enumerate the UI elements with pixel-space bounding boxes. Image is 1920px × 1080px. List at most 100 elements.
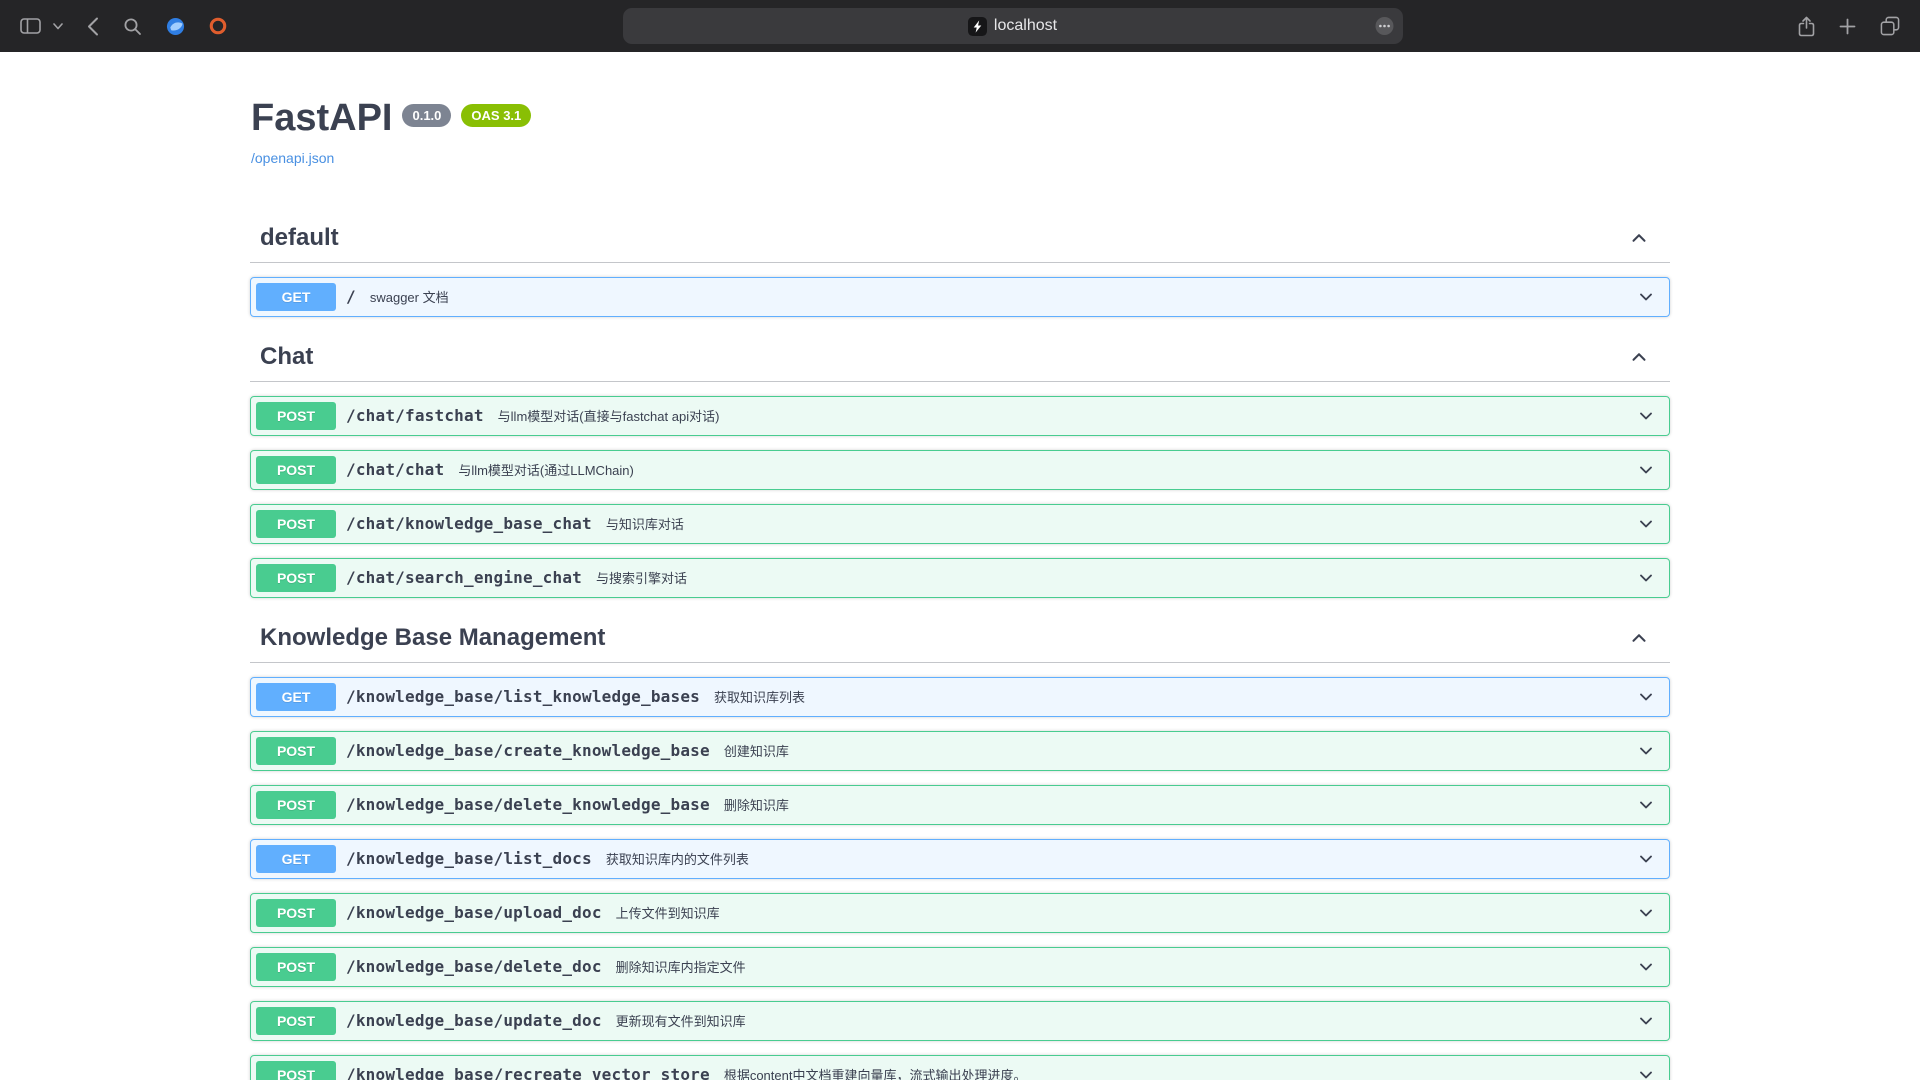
operation-path: /: [336, 287, 366, 306]
version-badge: 0.1.0: [402, 104, 451, 127]
swagger-container: FastAPI 0.1.0 OAS 3.1 /openapi.json defa…: [230, 52, 1690, 1080]
operation-description: 与llm模型对话(直接与fastchat api对话): [498, 406, 720, 425]
operation-description: 更新现有文件到知识库: [616, 1011, 746, 1030]
operation-path: /knowledge_base/upload_doc: [336, 903, 612, 922]
api-info: FastAPI 0.1.0 OAS 3.1 /openapi.json: [250, 52, 1670, 168]
operation-row[interactable]: POST /knowledge_base/create_knowledge_ba…: [250, 731, 1670, 771]
expand-operation-icon[interactable]: [1636, 568, 1656, 588]
operation-row[interactable]: POST /chat/knowledge_base_chat 与知识库对话: [250, 504, 1670, 544]
operation-row[interactable]: GET /knowledge_base/list_docs 获取知识库内的文件列…: [250, 839, 1670, 879]
method-badge: POST: [256, 899, 336, 927]
operation-path: /knowledge_base/delete_doc: [336, 957, 612, 976]
operation-path: /chat/chat: [336, 460, 454, 479]
expand-operation-icon[interactable]: [1636, 514, 1656, 534]
openapi-spec-link[interactable]: /openapi.json: [251, 150, 334, 166]
pinned-tab-bird-icon[interactable]: [164, 15, 187, 38]
method-badge: POST: [256, 402, 336, 430]
collapse-section-icon[interactable]: [1628, 227, 1650, 249]
url-options-icon[interactable]: [1375, 17, 1394, 36]
operation-path: /chat/search_engine_chat: [336, 568, 592, 587]
operation-row[interactable]: GET /knowledge_base/list_knowledge_bases…: [250, 677, 1670, 717]
back-icon[interactable]: [85, 15, 101, 38]
operation-description: 获取知识库内的文件列表: [606, 849, 749, 868]
oas-badge: OAS 3.1: [461, 104, 531, 127]
operations-list: default GET / swagger 文档 Chat: [250, 214, 1670, 1080]
section-title: default: [260, 224, 339, 252]
operation-description: 创建知识库: [724, 741, 789, 760]
expand-operation-icon[interactable]: [1636, 903, 1656, 923]
method-badge: POST: [256, 1007, 336, 1035]
section-header[interactable]: Knowledge Base Management: [250, 614, 1670, 663]
operation-description: 与知识库对话: [606, 514, 684, 533]
operation-row[interactable]: POST /knowledge_base/upload_doc 上传文件到知识库: [250, 893, 1670, 933]
api-section: default GET / swagger 文档: [250, 214, 1670, 317]
expand-operation-icon[interactable]: [1636, 406, 1656, 426]
section-header[interactable]: Chat: [250, 333, 1670, 382]
tab-overview-icon[interactable]: [1878, 14, 1902, 38]
expand-operation-icon[interactable]: [1636, 287, 1656, 307]
expand-operation-icon[interactable]: [1636, 957, 1656, 977]
operation-path: /chat/knowledge_base_chat: [336, 514, 602, 533]
method-badge: POST: [256, 510, 336, 538]
expand-operation-icon[interactable]: [1636, 1011, 1656, 1031]
sidebar-chevron-down-icon[interactable]: [51, 21, 65, 32]
expand-operation-icon[interactable]: [1636, 1065, 1656, 1080]
expand-operation-icon[interactable]: [1636, 741, 1656, 761]
sidebar-toggle-icon[interactable]: [18, 15, 43, 37]
collapse-section-icon[interactable]: [1628, 627, 1650, 649]
operation-row[interactable]: POST /chat/chat 与llm模型对话(通过LLMChain): [250, 450, 1670, 490]
operation-row[interactable]: GET / swagger 文档: [250, 277, 1670, 317]
section-title: Knowledge Base Management: [260, 624, 605, 652]
operation-path: /knowledge_base/list_knowledge_bases: [336, 687, 710, 706]
collapse-section-icon[interactable]: [1628, 346, 1650, 368]
expand-operation-icon[interactable]: [1636, 795, 1656, 815]
share-icon[interactable]: [1796, 14, 1817, 39]
operation-description: 删除知识库内指定文件: [616, 957, 746, 976]
pinned-tab-record-icon[interactable]: [207, 15, 229, 37]
operation-description: 删除知识库: [724, 795, 789, 814]
section-operations: GET /knowledge_base/list_knowledge_bases…: [250, 677, 1670, 1080]
operation-description: 上传文件到知识库: [616, 903, 720, 922]
section-title: Chat: [260, 343, 313, 371]
method-badge: POST: [256, 456, 336, 484]
method-badge: POST: [256, 737, 336, 765]
search-icon[interactable]: [121, 15, 144, 38]
operation-row[interactable]: POST /knowledge_base/delete_doc 删除知识库内指定…: [250, 947, 1670, 987]
api-section: Chat POST /chat/fastchat 与llm模型对话(直接与fas…: [250, 333, 1670, 598]
operation-path: /chat/fastchat: [336, 406, 494, 425]
section-operations: POST /chat/fastchat 与llm模型对话(直接与fastchat…: [250, 396, 1670, 598]
browser-toolbar: localhost: [0, 0, 1920, 52]
swagger-page: FastAPI 0.1.0 OAS 3.1 /openapi.json defa…: [0, 52, 1920, 1080]
site-favicon: [968, 17, 987, 36]
method-badge: GET: [256, 683, 336, 711]
section-operations: GET / swagger 文档: [250, 277, 1670, 317]
operation-path: /knowledge_base/create_knowledge_base: [336, 741, 720, 760]
expand-operation-icon[interactable]: [1636, 460, 1656, 480]
method-badge: POST: [256, 953, 336, 981]
operation-row[interactable]: POST /chat/search_engine_chat 与搜索引擎对话: [250, 558, 1670, 598]
expand-operation-icon[interactable]: [1636, 849, 1656, 869]
operation-path: /knowledge_base/list_docs: [336, 849, 602, 868]
operation-row[interactable]: POST /knowledge_base/recreate_vector_sto…: [250, 1055, 1670, 1080]
operation-description: 与llm模型对话(通过LLMChain): [458, 460, 634, 479]
address-bar[interactable]: localhost: [623, 8, 1403, 44]
method-badge: GET: [256, 283, 336, 311]
method-badge: POST: [256, 1061, 336, 1080]
operation-description: 根据content中文档重建向量库，流式输出处理进度。: [724, 1065, 1027, 1080]
operation-row[interactable]: POST /knowledge_base/delete_knowledge_ba…: [250, 785, 1670, 825]
method-badge: POST: [256, 564, 336, 592]
method-badge: POST: [256, 791, 336, 819]
api-section: Knowledge Base Management GET /knowledge…: [250, 614, 1670, 1080]
section-header[interactable]: default: [250, 214, 1670, 263]
operation-row[interactable]: POST /knowledge_base/update_doc 更新现有文件到知…: [250, 1001, 1670, 1041]
method-badge: GET: [256, 845, 336, 873]
operation-row[interactable]: POST /chat/fastchat 与llm模型对话(直接与fastchat…: [250, 396, 1670, 436]
url-text: localhost: [994, 17, 1057, 35]
operation-description: 获取知识库列表: [714, 687, 805, 706]
expand-operation-icon[interactable]: [1636, 687, 1656, 707]
operation-description: swagger 文档: [370, 287, 449, 306]
operation-path: /knowledge_base/delete_knowledge_base: [336, 795, 720, 814]
operation-description: 与搜索引擎对话: [596, 568, 687, 587]
operation-path: /knowledge_base/update_doc: [336, 1011, 612, 1030]
new-tab-icon[interactable]: [1837, 16, 1858, 37]
